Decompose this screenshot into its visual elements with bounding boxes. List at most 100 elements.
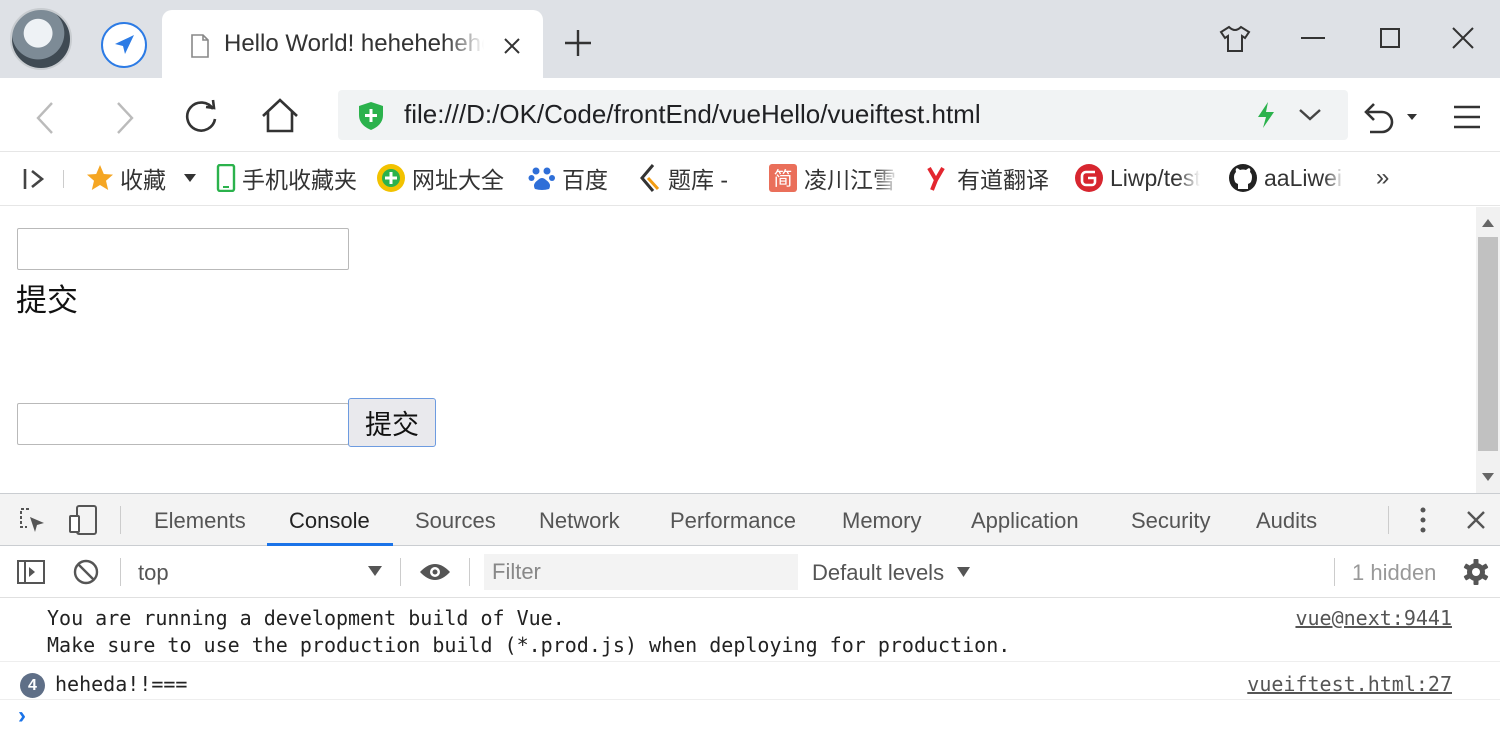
console-prompt-icon[interactable]: › [18, 702, 26, 730]
divider [400, 558, 401, 586]
tab-memory[interactable]: Memory [842, 508, 921, 534]
bookmark-mobile[interactable]: 手机收藏夹 [216, 162, 357, 194]
context-label: top [138, 560, 169, 585]
inspect-element-icon[interactable] [18, 507, 46, 535]
scroll-down-icon[interactable] [1482, 473, 1494, 481]
tab-audits[interactable]: Audits [1256, 508, 1317, 534]
reload-icon[interactable] [182, 98, 220, 136]
site-nav-icon [376, 163, 406, 193]
bookmark-label: Liwp/test [1110, 164, 1200, 191]
divider [469, 558, 470, 586]
show-sidebar-icon[interactable] [16, 559, 46, 585]
jianshu-icon: 简 [768, 163, 798, 193]
tab-application[interactable]: Application [971, 508, 1079, 534]
message-source-link[interactable]: vueiftest.html:27 [1247, 672, 1452, 696]
github-icon [1228, 163, 1258, 193]
repeat-count-badge: 4 [20, 673, 45, 698]
clear-console-icon[interactable] [72, 558, 100, 586]
title-bar: Hello World! hehehehehe [0, 0, 1500, 78]
question-bank-icon [636, 163, 662, 193]
profile-avatar[interactable] [10, 8, 72, 70]
tab-network[interactable]: Network [539, 508, 620, 534]
tab-elements[interactable]: Elements [154, 508, 246, 534]
scrollbar-thumb[interactable] [1478, 237, 1498, 451]
console-settings-gear-icon[interactable] [1462, 558, 1490, 586]
bookmarks-bar: 收藏 手机收藏夹 网址大全 百度 题库 - 简 凌川江雪 有道翻译 Liwp/t… [0, 152, 1500, 206]
log-levels-label: Default levels [812, 560, 945, 585]
gitee-icon [1074, 163, 1104, 193]
text-input-2[interactable] [17, 403, 349, 445]
back-icon[interactable] [30, 100, 60, 136]
tab-sources[interactable]: Sources [415, 508, 496, 534]
chevron-down-icon[interactable] [1298, 107, 1322, 123]
star-icon [86, 164, 114, 192]
security-shield-icon[interactable] [358, 101, 384, 131]
console-message-vue-warning: You are running a development build of V… [0, 606, 1500, 662]
bookmark-label: 题库 - [668, 167, 729, 193]
undo-close-tab-icon[interactable] [1362, 100, 1420, 136]
divider [63, 170, 64, 188]
bookmark-label: aaLiwei [1264, 164, 1342, 191]
submit-button[interactable]: 提交 [348, 398, 436, 447]
url-text[interactable]: file:///D:/OK/Code/frontEnd/vueHello/vue… [404, 99, 981, 130]
page-icon [190, 34, 210, 58]
message-source-link[interactable]: vue@next:9441 [1295, 606, 1452, 630]
close-tab-icon[interactable] [502, 36, 522, 56]
more-bookmarks-button[interactable]: » [1376, 164, 1389, 192]
caret-down-icon[interactable] [184, 174, 196, 182]
bookmark-gitee[interactable]: Liwp/test [1074, 162, 1200, 194]
lightning-icon[interactable] [1256, 101, 1276, 129]
scroll-up-icon[interactable] [1482, 219, 1494, 227]
youdao-icon [925, 164, 951, 192]
bookmark-jianshu[interactable]: 简 凌川江雪 [768, 162, 899, 194]
forward-icon[interactable] [110, 100, 140, 136]
console-filter-input[interactable] [484, 554, 798, 590]
divider [120, 506, 121, 534]
close-devtools-icon[interactable] [1465, 509, 1487, 531]
address-bar[interactable]: file:///D:/OK/Code/frontEnd/vueHello/vue… [338, 90, 1348, 140]
close-window-icon[interactable] [1449, 24, 1479, 54]
menu-icon[interactable] [1452, 102, 1482, 132]
page-viewport: 提交 提交 [0, 207, 1476, 493]
message-text: heheda!!=== [55, 672, 188, 696]
tab-security[interactable]: Security [1131, 508, 1210, 534]
new-tab-icon[interactable] [563, 28, 593, 58]
bookmark-sites[interactable]: 网址大全 [376, 162, 504, 194]
console-message-log: 4 heheda!!=== vueiftest.html:27 [0, 664, 1500, 700]
browser-tab-active[interactable]: Hello World! hehehehehe [162, 10, 543, 78]
page-scrollbar[interactable] [1476, 207, 1500, 493]
device-toolbar-icon[interactable] [68, 504, 98, 536]
divider [120, 558, 121, 586]
context-selector[interactable]: top [138, 560, 386, 588]
submit-text-label: 提交 [16, 283, 78, 318]
text-input-1[interactable] [17, 228, 349, 270]
bookmark-youdao[interactable]: 有道翻译 [925, 162, 1049, 194]
svg-text:简: 简 [773, 168, 792, 190]
console-filter-bar: top Default levels 1 hidden [0, 546, 1500, 598]
devtools-tab-bar: Elements Console Sources Network Perform… [0, 494, 1500, 546]
bookmark-baidu[interactable]: 百度 [528, 162, 608, 194]
more-options-icon[interactable] [1415, 506, 1431, 534]
bookmark-label: 网址大全 [412, 167, 504, 193]
tab-performance[interactable]: Performance [670, 508, 796, 534]
bookmark-question-bank[interactable]: 题库 - [636, 162, 728, 194]
bookmark-github[interactable]: aaLiwei [1228, 162, 1344, 194]
bookmark-label: 收藏 [120, 167, 166, 193]
log-levels-dropdown[interactable]: Default levels [812, 560, 970, 586]
bookmark-favorites[interactable]: 收藏 [86, 162, 196, 194]
devtools-panel: Elements Console Sources Network Perform… [0, 493, 1500, 730]
minimize-icon[interactable] [1298, 24, 1328, 54]
skin-shirt-icon[interactable] [1218, 24, 1252, 54]
sidebar-toggle-icon[interactable] [22, 166, 48, 192]
caret-down-icon [368, 566, 382, 576]
tab-title: Hello World! hehehehehe [224, 30, 484, 57]
navigation-extension-icon[interactable] [101, 22, 147, 68]
live-expression-eye-icon[interactable] [418, 560, 452, 584]
home-icon[interactable] [260, 96, 300, 136]
maximize-icon[interactable] [1376, 24, 1406, 54]
tab-console[interactable]: Console [289, 508, 370, 534]
hidden-messages-count: 1 hidden [1352, 560, 1437, 585]
divider [1388, 506, 1389, 534]
message-line: Make sure to use the production build (*… [47, 633, 1011, 657]
bookmark-label: 有道翻译 [957, 167, 1049, 193]
